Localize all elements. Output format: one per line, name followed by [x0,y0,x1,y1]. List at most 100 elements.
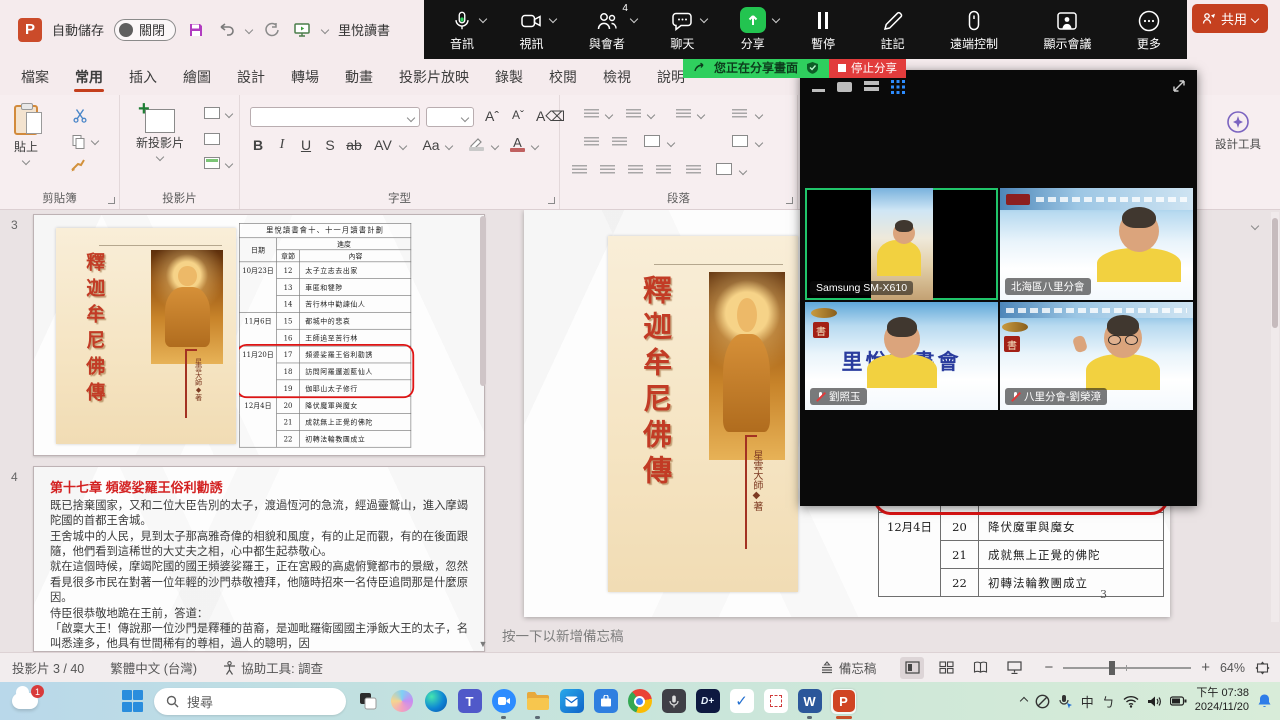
participants-chevron-icon[interactable] [630,15,638,23]
thumbnail-scrollbar[interactable]: ▼ [478,212,488,650]
character-spacing-button[interactable]: AV [370,137,396,153]
onedrive-paused-icon[interactable] [1035,694,1050,709]
gallery-view-icon[interactable] [891,80,905,94]
copy-button[interactable] [70,133,86,149]
decrease-indent-button[interactable] [584,137,599,148]
share-screen-button[interactable]: 分享 [740,7,766,52]
highlight-chevron-icon[interactable] [491,142,499,150]
increase-indent-button[interactable] [612,137,627,148]
outlook-icon[interactable] [559,689,584,714]
numbering-chevron-icon[interactable] [647,111,655,119]
tab-view[interactable]: 檢視 [590,59,644,95]
distribute-button[interactable] [686,165,701,176]
tab-file[interactable]: 檔案 [8,59,62,95]
voice-recorder-icon[interactable] [661,689,686,714]
teams-icon[interactable]: T [457,689,482,714]
font-color-chevron-icon[interactable] [531,142,539,150]
font-dialog-launcher[interactable] [548,197,555,204]
audio-button[interactable]: 音訊 [450,7,474,52]
video-tile-1[interactable]: Samsung SM-X610 [805,188,998,300]
bold-button[interactable]: B [248,137,268,153]
zoom-slider-thumb[interactable] [1109,661,1115,675]
ime-key-indicator[interactable]: ㄅ [1102,692,1115,711]
designer-button[interactable]: 設計工具 [1203,109,1273,153]
tab-draw[interactable]: 繪圖 [170,59,224,95]
volume-icon[interactable] [1147,695,1162,708]
tab-review[interactable]: 校閱 [536,59,590,95]
reading-view-button[interactable] [968,657,992,679]
text-shadow-button[interactable]: S [320,137,340,153]
spacing-chevron-icon[interactable] [399,142,407,150]
tab-record[interactable]: 錄製 [482,59,536,95]
numbering-button[interactable] [626,109,641,120]
clipboard-dialog-launcher[interactable] [108,197,115,204]
edge-icon[interactable] [423,689,448,714]
task-view-button[interactable] [355,689,380,714]
powerpoint-taskbar-icon[interactable]: P [831,689,856,714]
voice-access-icon[interactable] [1058,694,1073,709]
main-scrollbar[interactable] [1271,212,1279,622]
slide-layout-button[interactable] [204,107,220,119]
zoom-slider[interactable] [1063,667,1191,669]
text-direction-chevron-icon[interactable] [755,111,763,119]
remote-control-button[interactable]: 遠端控制 [950,7,998,52]
section-chevron-icon[interactable] [225,160,233,168]
align-left-button[interactable] [572,165,587,176]
video-tile-3[interactable]: 書 里悅讀書會 劉照玉 [805,302,998,410]
annotate-button[interactable]: 註記 [881,7,905,52]
quick-access-chevron-icon[interactable] [321,25,329,33]
notes-placeholder[interactable]: 按一下以新增備忘稿 [490,617,1280,652]
video-tile-2[interactable]: 北海區八里分會 [1000,188,1193,300]
justify-button[interactable] [656,165,671,176]
video-options-chevron-icon[interactable] [549,15,557,23]
language-button[interactable]: 繁體中文 (台灣) [110,658,197,677]
notification-bell-icon[interactable] [1257,693,1272,709]
tab-slideshow[interactable]: 投影片放映 [386,59,482,95]
file-explorer-icon[interactable] [525,689,550,714]
zoom-app-icon[interactable] [491,689,516,714]
hidden-icons-chevron-icon[interactable] [1019,697,1027,705]
tab-design[interactable]: 設計 [224,59,278,95]
format-painter-button[interactable] [70,157,86,173]
tab-animations[interactable]: 動畫 [332,59,386,95]
underline-button[interactable]: U [296,137,316,153]
smartart-button[interactable] [716,163,732,175]
stop-share-button[interactable]: 停止分享 [829,57,906,78]
fit-to-window-button[interactable] [1255,661,1270,675]
line-spacing-button[interactable] [676,109,691,120]
chat-button[interactable]: 聊天 [670,7,694,52]
expand-icon[interactable] [1171,78,1187,94]
italic-button[interactable]: I [272,137,292,153]
wifi-icon[interactable] [1123,695,1139,708]
align-center-button[interactable] [600,165,615,176]
columns-chevron-icon[interactable] [667,139,675,147]
slideshow-view-button[interactable] [1002,657,1026,679]
todo-icon[interactable]: ✓ [729,689,754,714]
redo-icon[interactable] [262,20,282,40]
undo-icon[interactable] [216,20,236,40]
start-slideshow-icon[interactable] [292,20,312,40]
zoom-level[interactable]: 64% [1220,661,1245,675]
ppt-share-button[interactable]: 共用 [1192,4,1268,33]
autosave-toggle[interactable]: 關閉 [114,19,176,41]
audio-options-chevron-icon[interactable] [479,15,487,23]
slide-3-thumbnail[interactable]: 釋迦牟尼佛傳 星雲大師◆著 里悅讀書會十、十一月讀書計劃 日期 進度 章節 內容… [33,214,485,456]
slide-4-thumbnail[interactable]: 第十七章 頻婆娑羅王俗利勸誘 既已捨棄國家，又和二位大臣告別的太子，渡過恆河的急… [33,466,485,652]
tab-transitions[interactable]: 轉場 [278,59,332,95]
align-text-button[interactable] [732,135,748,147]
clear-formatting-button[interactable]: A⌫ [536,108,556,125]
ime-mode-indicator[interactable]: 中 [1081,692,1094,711]
font-color-button[interactable]: A [510,135,525,152]
weather-widget[interactable]: 1 [12,693,38,709]
video-tile-4[interactable]: 書 八里分會-劉榮漳 [1000,302,1193,410]
scrollbar-thumb[interactable] [480,216,486,386]
align-text-chevron-icon[interactable] [755,139,763,147]
strikethrough-button[interactable]: ab [344,137,364,153]
start-button[interactable] [120,689,145,714]
highlight-color-button[interactable] [468,137,484,151]
speaker-view-icon[interactable] [837,82,852,92]
taskbar-clock[interactable]: 下午 07:38 2024/11/20 [1195,687,1249,715]
grow-font-button[interactable]: Aˆ [482,108,502,124]
zoom-out-button[interactable]: − [1044,659,1053,676]
change-case-button[interactable]: Aa [418,137,444,153]
